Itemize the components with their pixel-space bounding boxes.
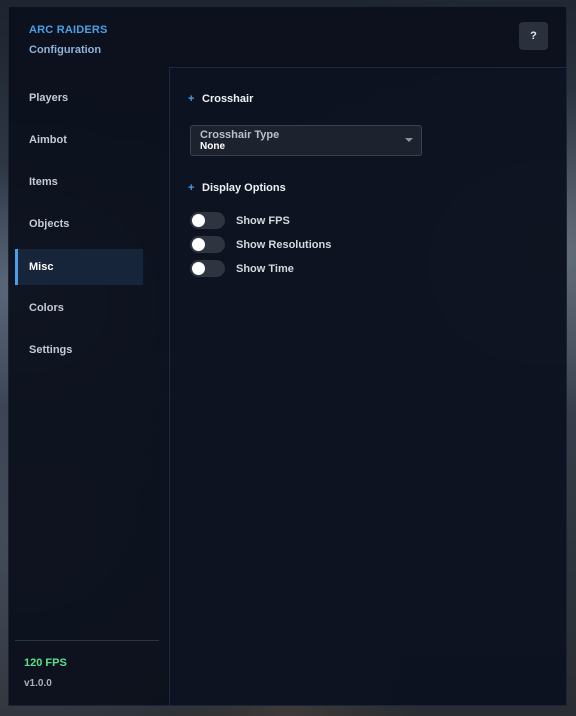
chevron-down-icon [405,138,413,142]
plus-icon: + [188,182,195,194]
sidebar-item-objects[interactable]: Objects [15,206,143,242]
sidebar-item-players[interactable]: Players [15,80,143,116]
toggle-label: Show Resolutions [236,238,332,251]
toggle-row-show-time: Show Time [190,260,294,277]
version-label: v1.0.0 [24,678,52,689]
show-time-toggle[interactable] [190,260,225,277]
display-options-section-header[interactable]: + Display Options [188,182,286,194]
show-resolutions-toggle[interactable] [190,236,225,253]
dropdown-label: Crosshair Type [200,129,280,141]
toggle-row-show-resolutions: Show Resolutions [190,236,331,253]
panel-header: ARC RAIDERS Configuration ? [9,7,566,67]
crosshair-type-dropdown[interactable]: Crosshair Type None [190,125,422,156]
app-title: ARC RAIDERS [29,24,108,36]
section-title-display-options: Display Options [202,182,286,194]
toggle-knob [192,262,205,275]
sidebar-item-colors[interactable]: Colors [15,290,143,326]
plus-icon: + [188,93,195,105]
app-subtitle: Configuration [29,44,102,56]
toggle-row-show-fps: Show FPS [190,212,290,229]
toggle-knob [192,238,205,251]
dropdown-value: None [200,141,225,152]
sidebar-item-items[interactable]: Items [15,164,143,200]
toggle-knob [192,214,205,227]
sidebar-item-settings[interactable]: Settings [15,332,143,368]
toggle-label: Show FPS [236,214,290,227]
config-panel: ARC RAIDERS Configuration ? Players Aimb… [8,6,567,706]
sidebar: Players Aimbot Items Objects Misc Colors… [9,67,169,705]
sidebar-item-aimbot[interactable]: Aimbot [15,122,143,158]
sidebar-divider [15,640,159,641]
fps-counter: 120 FPS [24,657,67,669]
crosshair-section-header[interactable]: + Crosshair [188,93,253,105]
show-fps-toggle[interactable] [190,212,225,229]
sidebar-item-misc[interactable]: Misc [15,249,143,285]
help-button[interactable]: ? [519,22,548,50]
section-title-crosshair: Crosshair [202,93,254,105]
content-area: + Crosshair Crosshair Type None + Displa… [169,67,566,705]
toggle-label: Show Time [236,262,294,275]
